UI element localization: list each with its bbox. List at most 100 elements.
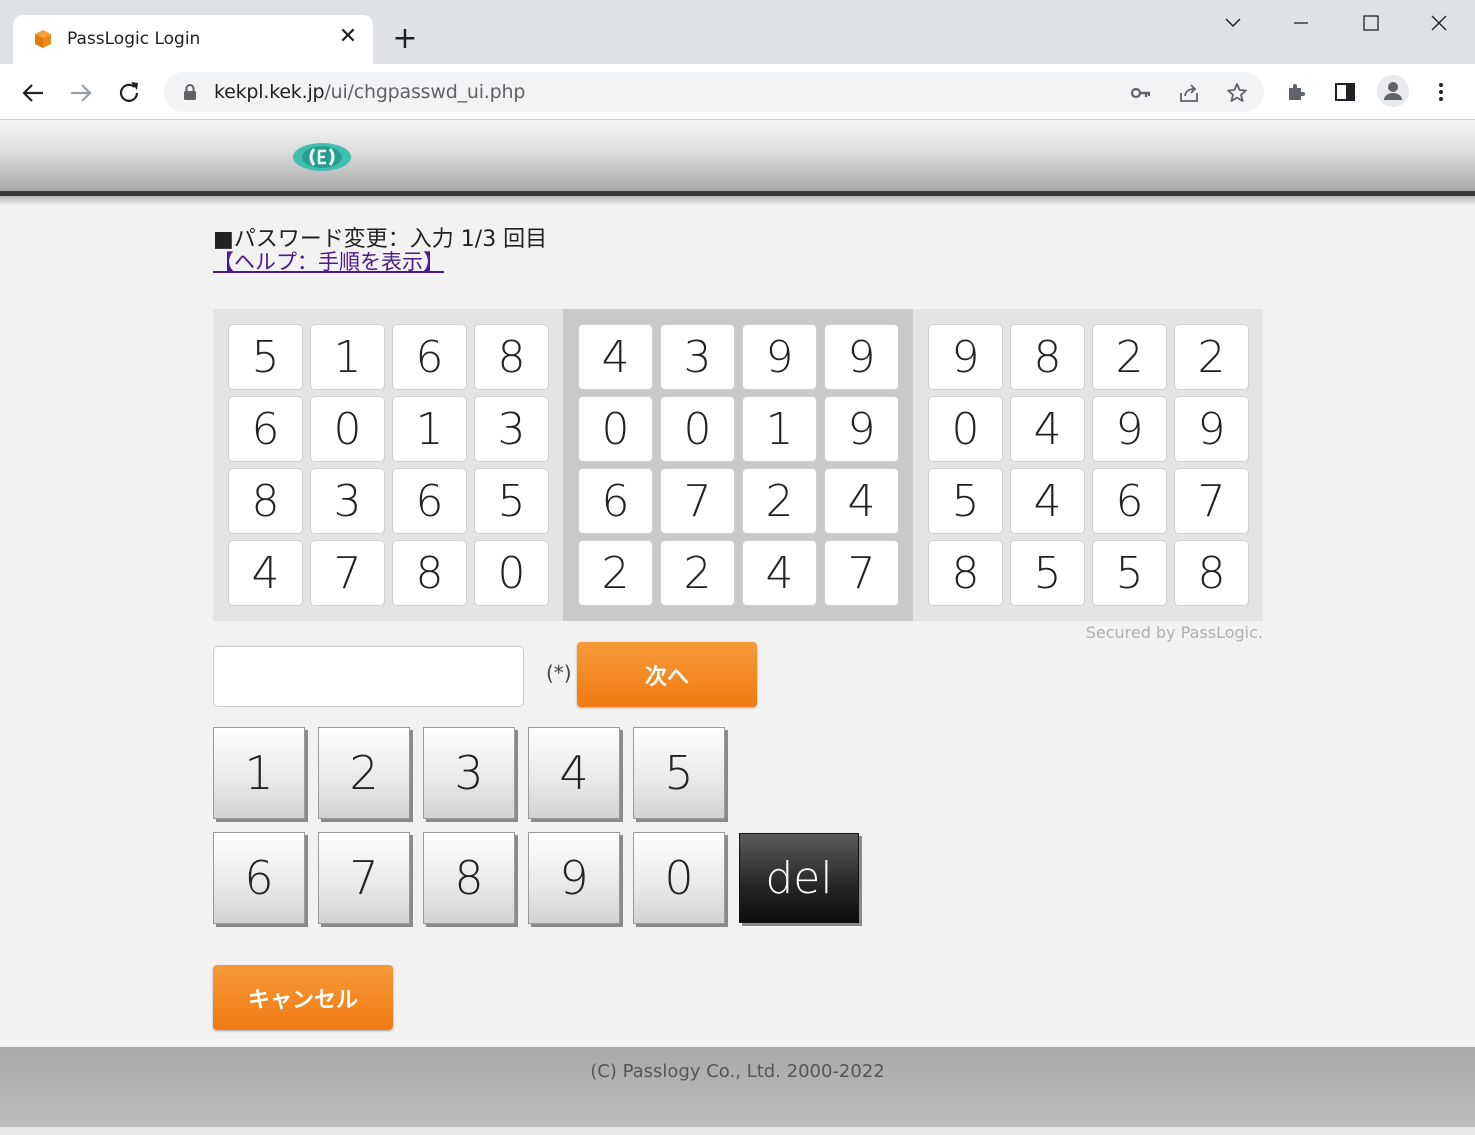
matrix-cell: 4: [742, 540, 817, 606]
matrix-cell: 7: [824, 540, 899, 606]
matrix-cell: 4: [1010, 468, 1085, 534]
keypad-key-7[interactable]: 7: [318, 832, 410, 924]
kek-logo-icon: [293, 143, 351, 171]
tab-search-chevron-icon[interactable]: [1213, 8, 1253, 38]
matrix-cell: 2: [660, 540, 735, 606]
person-icon: [1384, 82, 1402, 100]
delete-key[interactable]: del: [739, 833, 859, 923]
page-header: [0, 121, 1475, 191]
minimize-icon[interactable]: [1281, 8, 1321, 38]
reload-icon[interactable]: [112, 76, 146, 110]
more-vertical-icon[interactable]: [1429, 80, 1453, 104]
close-window-icon[interactable]: [1419, 8, 1459, 38]
matrix-cell: 5: [474, 468, 549, 534]
bookmark-star-icon[interactable]: [1225, 81, 1249, 105]
keypad-key-4[interactable]: 4: [528, 727, 620, 819]
keypad-key-2[interactable]: 2: [318, 727, 410, 819]
matrix-cell: 5: [928, 468, 1003, 534]
matrix-cell: 3: [310, 468, 385, 534]
matrix-cell: 9: [824, 396, 899, 462]
url-path: /ui/chgpasswd_ui.php: [324, 81, 526, 103]
passlogic-matrix: 5 1 6 8 6 0 1 3 8 3 6 5 4 7 8 0 4 3 9 9 …: [213, 309, 1263, 621]
share-icon[interactable]: [1177, 81, 1201, 105]
extensions-puzzle-icon[interactable]: [1285, 80, 1309, 104]
matrix-cell: 1: [742, 396, 817, 462]
matrix-cell: 0: [578, 396, 653, 462]
page-content: ■パスワード変更：入力 1/3 回目 【ヘルプ：手順を表示】 5 1 6 8 6…: [0, 121, 1475, 1135]
matrix-block-1: 5 1 6 8 6 0 1 3 8 3 6 5 4 7 8 0: [213, 309, 563, 621]
keypad-key-3[interactable]: 3: [423, 727, 515, 819]
matrix-cell: 4: [1010, 396, 1085, 462]
browser-tab[interactable]: PassLogic Login ✕: [13, 15, 373, 65]
matrix-cell: 7: [310, 540, 385, 606]
matrix-cell: 2: [1092, 324, 1167, 390]
back-arrow-icon[interactable]: [16, 76, 50, 110]
matrix-cell: 4: [228, 540, 303, 606]
matrix-cell: 5: [228, 324, 303, 390]
matrix-cell: 5: [1010, 540, 1085, 606]
matrix-cell: 9: [928, 324, 1003, 390]
address-bar[interactable]: kekpl.kek.jp/ui/chgpasswd_ui.php: [164, 72, 1264, 112]
keypad-key-1[interactable]: 1: [213, 727, 305, 819]
header-shadow: [0, 196, 1475, 206]
key-icon[interactable]: [1129, 81, 1153, 105]
matrix-cell: 8: [228, 468, 303, 534]
keypad-key-5[interactable]: 5: [633, 727, 725, 819]
browser-titlebar: PassLogic Login ✕ +: [0, 0, 1475, 65]
maximize-icon[interactable]: [1351, 8, 1391, 38]
cancel-button[interactable]: キャンセル: [213, 965, 393, 1030]
matrix-cell: 3: [474, 396, 549, 462]
help-link[interactable]: 【ヘルプ：手順を表示】: [213, 246, 444, 276]
keypad-key-8[interactable]: 8: [423, 832, 515, 924]
matrix-cell: 1: [392, 396, 467, 462]
keypad-key-0[interactable]: 0: [633, 832, 725, 924]
required-marker: (*): [546, 661, 572, 685]
matrix-cell: 6: [392, 468, 467, 534]
matrix-block-3: 9 8 2 2 0 4 9 9 5 4 6 7 8 5 5 8: [913, 309, 1263, 621]
page-footer: (C) Passlogy Co., Ltd. 2000-2022: [0, 1047, 1475, 1127]
new-tab-button[interactable]: +: [388, 22, 422, 56]
matrix-cell: 4: [824, 468, 899, 534]
matrix-block-2: 4 3 9 9 0 0 1 9 6 7 2 4 2 2 4 7: [563, 309, 913, 621]
matrix-cell: 6: [1092, 468, 1167, 534]
url-text[interactable]: kekpl.kek.jp/ui/chgpasswd_ui.php: [214, 81, 525, 103]
side-panel-icon[interactable]: [1333, 80, 1357, 104]
browser-toolbar: kekpl.kek.jp/ui/chgpasswd_ui.php: [0, 64, 1475, 120]
matrix-cell: 8: [1010, 324, 1085, 390]
matrix-cell: 2: [578, 540, 653, 606]
lock-icon[interactable]: [182, 83, 198, 101]
matrix-cell: 9: [1092, 396, 1167, 462]
matrix-cell: 4: [578, 324, 653, 390]
secured-by-text: Secured by PassLogic.: [1085, 623, 1263, 642]
next-button[interactable]: 次へ: [577, 642, 757, 707]
keypad-key-9[interactable]: 9: [528, 832, 620, 924]
matrix-cell: 0: [928, 396, 1003, 462]
matrix-cell: 6: [578, 468, 653, 534]
keypad-key-6[interactable]: 6: [213, 832, 305, 924]
password-input[interactable]: [213, 646, 524, 707]
matrix-cell: 8: [1174, 540, 1249, 606]
bottom-strip: [0, 1127, 1475, 1135]
matrix-cell: 2: [1174, 324, 1249, 390]
matrix-cell: 6: [392, 324, 467, 390]
matrix-cell: 9: [1174, 396, 1249, 462]
matrix-cell: 0: [474, 540, 549, 606]
matrix-cell: 1: [310, 324, 385, 390]
matrix-cell: 7: [660, 468, 735, 534]
matrix-cell: 5: [1092, 540, 1167, 606]
matrix-cell: 0: [660, 396, 735, 462]
matrix-cell: 6: [228, 396, 303, 462]
matrix-cell: 3: [660, 324, 735, 390]
tab-title: PassLogic Login: [67, 29, 201, 49]
url-host: kekpl.kek.jp: [214, 81, 325, 103]
matrix-cell: 8: [392, 540, 467, 606]
matrix-cell: 8: [474, 324, 549, 390]
matrix-cell: 0: [310, 396, 385, 462]
tab-close-icon[interactable]: ✕: [335, 24, 361, 50]
copyright-text: (C) Passlogy Co., Ltd. 2000-2022: [590, 1061, 885, 1082]
profile-avatar[interactable]: [1377, 75, 1409, 107]
box-icon: [35, 30, 51, 48]
matrix-cell: 7: [1174, 468, 1249, 534]
matrix-cell: 9: [824, 324, 899, 390]
forward-arrow-icon[interactable]: [64, 76, 98, 110]
